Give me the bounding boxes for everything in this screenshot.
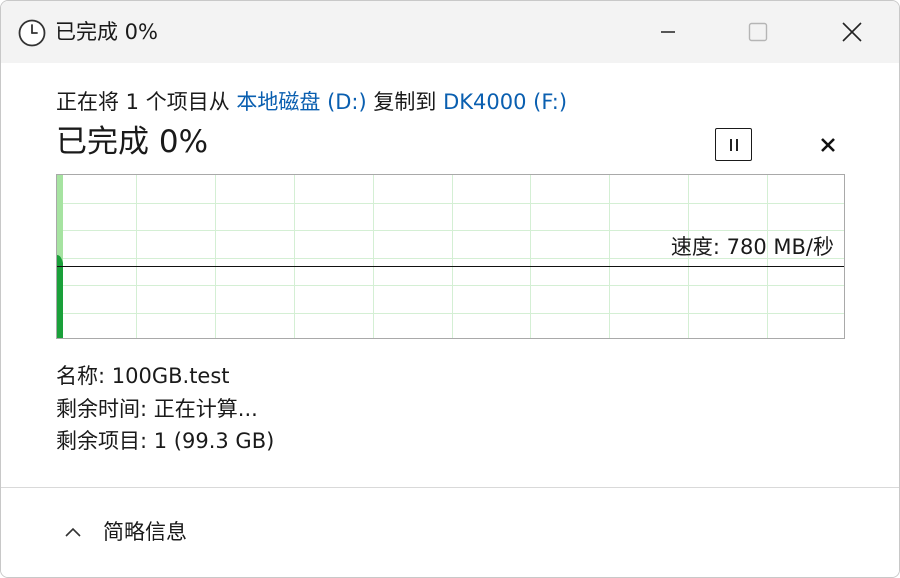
- minimize-button[interactable]: [623, 1, 713, 63]
- name-label: 名称:: [56, 364, 106, 388]
- speed-graph: 速度: 780 MB/秒: [56, 174, 845, 339]
- time-value: 正在计算...: [153, 397, 258, 421]
- time-label: 剩余时间:: [56, 397, 148, 421]
- maximize-icon: [748, 22, 768, 42]
- maximize-button[interactable]: [713, 1, 803, 63]
- copy-description: 正在将 1 个项目从 本地磁盘 (D:) 复制到 DK4000 (F:): [56, 88, 567, 116]
- clock-icon: [18, 19, 46, 47]
- progress-status: 已完成 0%: [56, 124, 209, 160]
- less-details-label: 简略信息: [103, 520, 187, 544]
- cancel-button[interactable]: [811, 129, 845, 161]
- pause-button[interactable]: [715, 128, 752, 161]
- close-icon: [842, 22, 862, 42]
- detail-time-remaining: 剩余时间: 正在计算...: [56, 395, 258, 423]
- title-bar[interactable]: 已完成 0%: [1, 1, 899, 63]
- items-value: 1 (99.3 GB): [153, 429, 275, 453]
- footer: 简略信息: [1, 487, 899, 577]
- cancel-icon: [821, 138, 835, 152]
- items-label: 剩余项目:: [56, 429, 148, 453]
- chevron-up-icon: [65, 527, 81, 537]
- speed-label: 速度: 780 MB/秒: [670, 235, 834, 259]
- detail-items-remaining: 剩余项目: 1 (99.3 GB): [56, 427, 274, 455]
- copy-dialog: 已完成 0% 正在将 1 个项目从 本地磁盘 (D:) 复制到 DK4000 (…: [0, 0, 900, 578]
- less-details-toggle[interactable]: 简略信息: [59, 516, 187, 548]
- copy-middle: 复制到: [366, 90, 444, 114]
- detail-name: 名称: 100GB.test: [56, 362, 230, 390]
- name-value: 100GB.test: [111, 364, 230, 388]
- pause-icon: [729, 138, 738, 151]
- minimize-icon: [661, 31, 675, 33]
- window-title: 已完成 0%: [55, 20, 158, 44]
- graph-progress-fill: [57, 255, 63, 338]
- destination-link[interactable]: DK4000 (F:): [443, 90, 567, 114]
- source-link[interactable]: 本地磁盘 (D:): [236, 90, 366, 114]
- close-button[interactable]: [807, 1, 897, 63]
- copy-prefix: 正在将 1 个项目从: [56, 90, 237, 114]
